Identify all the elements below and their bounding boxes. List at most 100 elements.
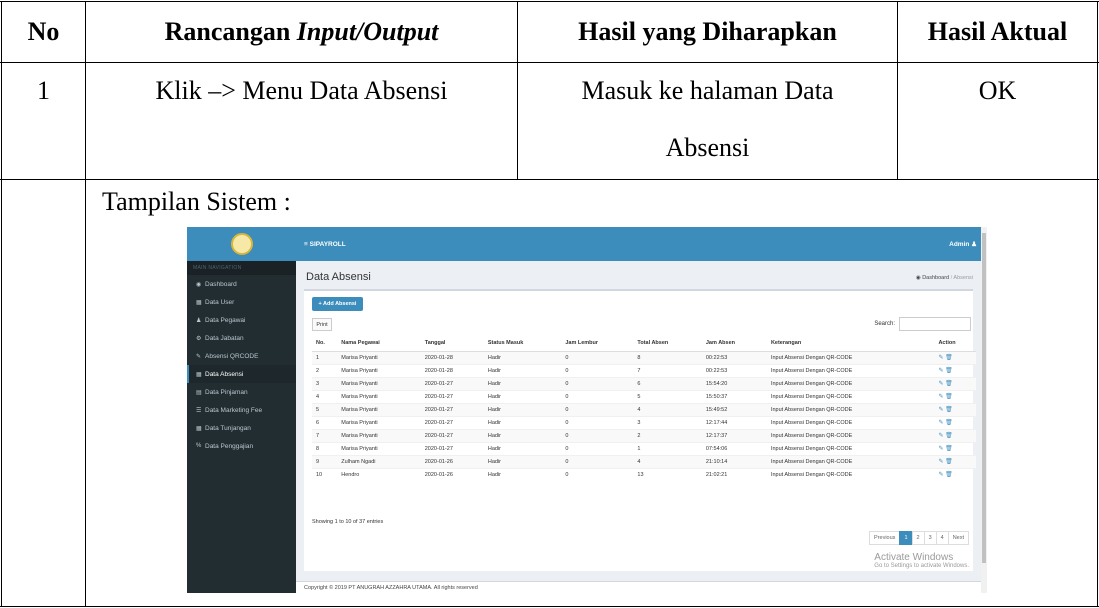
table-cell: Zulham Ngadi — [337, 454, 421, 468]
table-cell: Input Absensi Dengan QR-CODE — [766, 363, 935, 377]
edit-delete-icons[interactable]: ✎ 🗑 — [938, 433, 952, 439]
breadcrumb-current: Absensi — [953, 275, 973, 281]
sidebar-item-absensi-qrcode[interactable]: ✎ Absensi QRCODE — [187, 347, 296, 365]
add-absensi-button[interactable]: + Add Absensi — [312, 297, 363, 311]
column-header[interactable]: Jam Lembur — [561, 335, 634, 352]
table-border-row — [0, 179, 1099, 180]
header-rancangan-prefix: Rancangan — [164, 17, 297, 46]
column-header[interactable]: Tanggal — [420, 335, 484, 352]
row-actions[interactable]: ✎ 🗑 — [934, 454, 976, 468]
row-actions[interactable]: ✎ 🗑 — [934, 376, 976, 390]
sidebar-item-data-marketing-fee[interactable]: ☰ Data Marketing Fee — [187, 401, 296, 419]
user-menu[interactable]: Admin ♟ — [949, 240, 977, 248]
edit-delete-icons[interactable]: ✎ 🗑 — [938, 381, 952, 387]
sidebar-item-data-pegawai[interactable]: ♟ Data Pegawai — [187, 311, 296, 329]
content: Data Absensi ◉ Dashboard / Absensi + Add… — [296, 261, 981, 581]
table-cell: Hadir — [483, 454, 562, 468]
table-cell: Hendro — [337, 467, 421, 481]
edit-delete-icons[interactable]: ✎ 🗑 — [938, 420, 952, 426]
table-cell: 12:17:44 — [701, 415, 767, 429]
sidebar-item-data-user[interactable]: ▦ Data User — [187, 293, 296, 311]
breadcrumb: ◉ Dashboard / Absensi — [916, 275, 973, 281]
row-actions[interactable]: ✎ 🗑 — [934, 467, 976, 481]
edit-delete-icons[interactable]: ✎ 🗑 — [938, 368, 952, 374]
print-button[interactable]: Print — [312, 318, 332, 331]
column-header[interactable]: Keterangan — [766, 335, 935, 352]
column-header[interactable]: Nama Pegawai — [337, 335, 421, 352]
column-header[interactable]: Jam Absen — [701, 335, 767, 352]
table-row: 2 Marisa Priyanti 2020-01-28 Hadir 0 7 00:22:5… — [312, 363, 976, 377]
table-row: 6 Marisa Priyanti 2020-01-27 Hadir 0 3 12:17:4… — [312, 415, 976, 429]
scrollbar[interactable] — [981, 227, 987, 593]
column-header[interactable]: Status Masuk — [483, 335, 562, 352]
row-actions[interactable]: ✎ 🗑 — [934, 363, 976, 377]
users-icon: ♟ — [196, 317, 202, 324]
table-icon: ▦ — [196, 299, 202, 306]
table-cell: 00:22:53 — [701, 350, 767, 364]
sidebar-item-data-penggajian[interactable]: % Data Penggajian — [187, 437, 296, 455]
table-cell: Input Absensi Dengan QR-CODE — [766, 454, 935, 468]
data-box: + Add Absensi Print Search: No. Nama Pega… — [304, 289, 976, 571]
header-rancangan-italic: Input/Output — [296, 17, 439, 46]
brand[interactable]: ≡ SIPAYROLL — [304, 241, 346, 248]
edit-delete-icons[interactable]: ✎ 🗑 — [938, 407, 952, 413]
tampilan-label: Tampilan Sistem : — [102, 187, 291, 216]
header-no: No — [27, 17, 60, 46]
edit-delete-icons[interactable]: ✎ 🗑 — [938, 394, 952, 400]
activate-title: Activate Windows — [874, 552, 954, 563]
table-border-bottom — [0, 606, 1099, 607]
user-icon: ♟ — [971, 241, 977, 248]
table-cell: 0 — [561, 454, 634, 468]
table-cell: 6 — [312, 415, 338, 429]
search-input[interactable] — [899, 317, 971, 331]
column-header[interactable]: Action — [934, 335, 976, 352]
edit-delete-icons[interactable]: ✎ 🗑 — [938, 459, 952, 465]
edit-delete-icons[interactable]: ✎ 🗑 — [938, 446, 952, 452]
brand-label: SIPAYROLL — [309, 240, 346, 248]
table-cell: 4 — [633, 402, 702, 416]
table-cell: 13 — [633, 467, 702, 481]
menu-toggle-icon[interactable]: ≡ — [304, 241, 308, 248]
row-actions[interactable]: ✎ 🗑 — [934, 428, 976, 442]
table-icon: ▦ — [196, 425, 202, 432]
pager-next[interactable]: Next — [947, 531, 969, 545]
table-cell: 7 — [633, 363, 702, 377]
row-actions[interactable]: ✎ 🗑 — [934, 389, 976, 403]
activate-windows-watermark: Activate Windows Go to Settings to activ… — [874, 552, 969, 569]
table-cell: 0 — [561, 467, 634, 481]
row-actions[interactable]: ✎ 🗑 — [934, 441, 976, 455]
system-screenshot: MAIN NAVIGATION ◉ Dashboard ▦ Data User ♟ Dat… — [187, 227, 987, 593]
breadcrumb-home[interactable]: Dashboard — [922, 275, 949, 281]
edit-delete-icons[interactable]: ✎ 🗑 — [938, 355, 952, 361]
column-header[interactable]: No. — [312, 335, 338, 352]
row-input-output: Klik –> Menu Data Absensi — [155, 76, 448, 105]
scrollbar-thumb[interactable] — [982, 233, 986, 563]
sidebar-item-label: Absensi QRCODE — [205, 352, 259, 360]
row-no: 1 — [37, 76, 50, 105]
sidebar-item-dashboard[interactable]: ◉ Dashboard — [187, 275, 296, 293]
sidebar-item-data-jabatan[interactable]: ⚙ Data Jabatan — [187, 329, 296, 347]
table-cell: 10 — [312, 467, 338, 481]
sidebar-item-label: Data Marketing Fee — [205, 406, 263, 414]
table-icon: ▦ — [196, 371, 202, 378]
edit-delete-icons[interactable]: ✎ 🗑 — [938, 472, 952, 478]
breadcrumb-separator: / — [950, 275, 953, 281]
row-actions[interactable]: ✎ 🗑 — [934, 350, 976, 364]
table-cell: Hadir — [483, 428, 562, 442]
table-cell: Marisa Priyanti — [337, 441, 421, 455]
table-cell: 3 — [312, 376, 338, 390]
table-cell: 9 — [312, 454, 338, 468]
pager-previous[interactable]: Previous — [869, 531, 901, 545]
sidebar-item-data-tunjangan[interactable]: ▦ Data Tunjangan — [187, 419, 296, 437]
row-actions[interactable]: ✎ 🗑 — [934, 402, 976, 416]
table-info: Showing 1 to 10 of 37 entries — [312, 519, 384, 525]
row-expected-line1: Masuk ke halaman Data — [581, 76, 834, 105]
table-cell: 2020-01-27 — [420, 389, 484, 403]
table-cell: 2 — [312, 363, 338, 377]
sidebar-item-data-absensi[interactable]: ▦ Data Absensi — [187, 365, 296, 383]
row-actions[interactable]: ✎ 🗑 — [934, 415, 976, 429]
table-cell: 8 — [633, 350, 702, 364]
sidebar-item-data-pinjaman[interactable]: ▤ Data Pinjaman — [187, 383, 296, 401]
table-cell: 21:02:21 — [701, 467, 767, 481]
column-header[interactable]: Total Absen — [633, 335, 702, 352]
